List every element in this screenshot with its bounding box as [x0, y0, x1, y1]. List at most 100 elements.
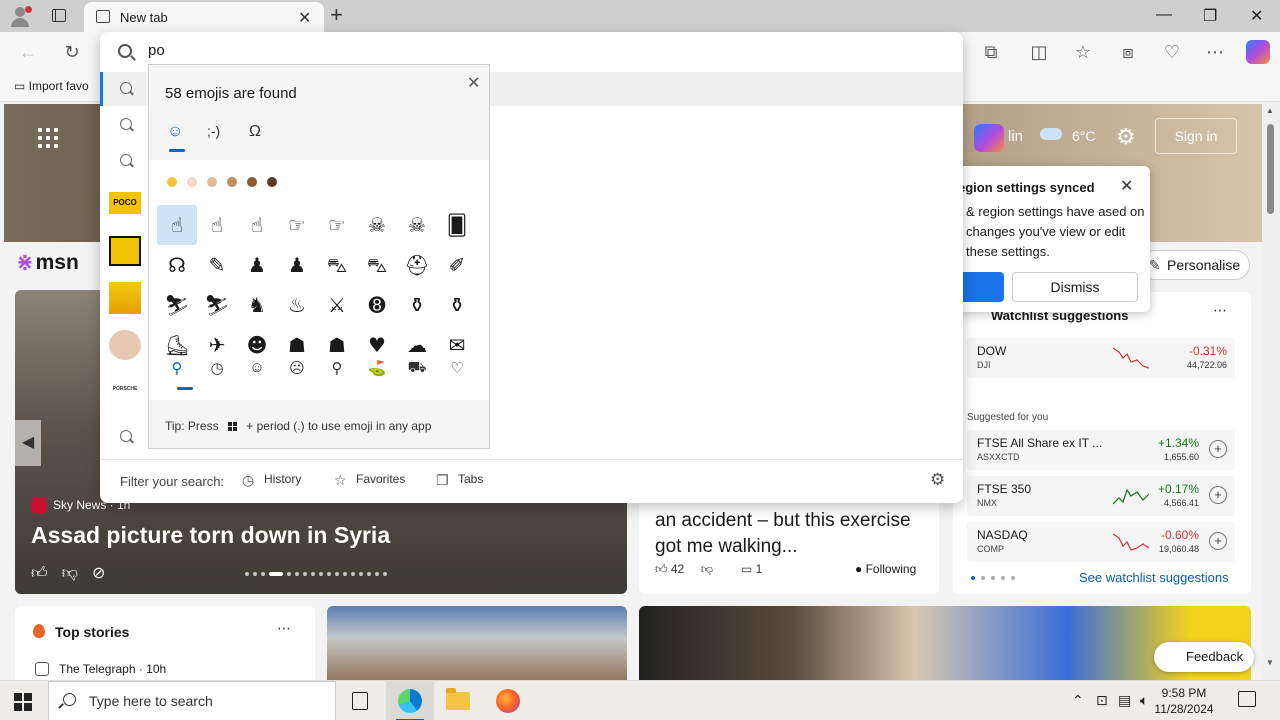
feedback-button[interactable]: Feedback: [1154, 642, 1254, 672]
dislike-icon[interactable]: 👎︎: [701, 562, 713, 576]
thumbs-down-icon[interactable]: 👎︎: [62, 565, 92, 582]
taskbar-search-box[interactable]: Type here to search: [48, 681, 336, 720]
add-stock-icon[interactable]: +: [1209, 486, 1227, 504]
emoji-cell[interactable]: ⛍: [317, 245, 357, 285]
bing-button[interactable]: lin: [970, 120, 1040, 154]
tab-close-icon[interactable]: ✕: [298, 8, 311, 28]
following-button[interactable]: ● Following: [855, 562, 916, 576]
emoji-cell[interactable]: ➑: [357, 285, 397, 325]
apps-grid-icon[interactable]: [38, 128, 58, 148]
emoji-category-tab[interactable]: ☺: [237, 359, 277, 376]
emoji-cell[interactable]: ☝: [197, 205, 237, 245]
toast-close-icon[interactable]: ✕: [1120, 176, 1133, 196]
see-watchlist-link[interactable]: See watchlist suggestions: [1079, 570, 1229, 585]
watchlist-more-icon[interactable]: ⋯: [1213, 302, 1227, 319]
scroll-up-icon[interactable]: ▲: [1266, 106, 1274, 115]
emoji-category-tab[interactable]: ⛳: [357, 359, 397, 377]
scrollbar-thumb[interactable]: [1267, 124, 1274, 214]
emoji-cell[interactable]: ☠: [357, 205, 397, 245]
emoji-cell[interactable]: ⚱: [397, 285, 437, 325]
emoji-cell[interactable]: ✎: [197, 245, 237, 285]
emoji-cell[interactable]: ☞: [277, 205, 317, 245]
hide-icon[interactable]: ⊘: [92, 565, 119, 582]
extensions-icon[interactable]: ⧉: [980, 41, 1002, 63]
emoji-category-tab[interactable]: ☹: [277, 359, 317, 377]
ethernet-icon[interactable]: ▤: [1118, 692, 1131, 709]
top-stories-more-icon[interactable]: ⋯: [277, 620, 291, 637]
emoji-cell[interactable]: ☞: [317, 205, 357, 245]
back-arrow-icon[interactable]: ←: [17, 41, 39, 63]
firefox-button[interactable]: [484, 681, 532, 720]
carousel-prev-icon[interactable]: ◀: [15, 420, 41, 466]
page-scrollbar[interactable]: ▲ ▼: [1262, 102, 1280, 680]
emoji-category-tab[interactable]: ♡: [437, 359, 477, 377]
file-explorer-button[interactable]: [434, 681, 482, 720]
performance-icon[interactable]: ♡: [1161, 41, 1183, 63]
emoji-cell[interactable]: ⛷: [197, 285, 237, 325]
dismiss-button[interactable]: Dismiss: [1012, 272, 1138, 302]
emoji-cell[interactable]: ✐: [437, 245, 477, 285]
sign-in-button[interactable]: Sign in: [1155, 118, 1237, 154]
more-icon[interactable]: ⋯: [1204, 41, 1226, 63]
import-favorites-link[interactable]: ▭ Import favo: [14, 79, 89, 93]
kaomoji-tab[interactable]: ;-): [207, 123, 220, 139]
stock-row[interactable]: DOW DJI -0.31% 44,722.06: [967, 338, 1235, 378]
comments-count[interactable]: ▭ 1: [741, 562, 762, 576]
tab-new-tab[interactable]: New tab ✕: [84, 2, 324, 32]
emoji-cell[interactable]: ♟: [237, 245, 277, 285]
settings-gear-icon[interactable]: ⚙: [1116, 124, 1136, 150]
taskbar-clock[interactable]: 9:58 PM 11/28/2024: [1150, 685, 1218, 717]
skin-tone-swatch[interactable]: [227, 177, 237, 187]
emoji-cell[interactable]: ⚱: [437, 285, 477, 325]
split-screen-icon[interactable]: ◫: [1028, 41, 1050, 63]
personalise-button[interactable]: Personalise: [1140, 250, 1250, 280]
skin-tone-swatch[interactable]: [267, 177, 277, 187]
emoji-category-tab[interactable]: ◷: [197, 359, 237, 377]
msn-logo[interactable]: ⋇msn: [16, 250, 79, 275]
task-view-button[interactable]: [336, 681, 384, 720]
notifications-icon[interactable]: [1238, 691, 1256, 707]
thumbs-up-icon[interactable]: 👍︎: [31, 565, 62, 582]
emoji-cell[interactable]: ☝: [237, 205, 277, 245]
emoji-cell[interactable]: ⛷: [157, 285, 197, 325]
emoji-cell[interactable]: ☠: [397, 205, 437, 245]
news-card-headline[interactable]: an accident – but this exercise got me w…: [655, 508, 925, 560]
emoji-cell[interactable]: ⛑: [397, 245, 437, 285]
stock-row[interactable]: FTSE 350 NMX +0.17% 4,566.41 +: [967, 476, 1235, 516]
skin-tone-swatch[interactable]: [167, 177, 177, 187]
skin-tone-swatch[interactable]: [187, 177, 197, 187]
stock-row[interactable]: FTSE All Share ex IT ... ASXXCTD +1.34% …: [967, 430, 1235, 470]
emoji-category-tab[interactable]: ⚲: [157, 359, 197, 377]
emoji-cell[interactable]: ⛍: [357, 245, 397, 285]
emoji-cell[interactable]: ♟: [277, 245, 317, 285]
windows-start-icon[interactable]: [14, 693, 32, 711]
emoji-cell[interactable]: 🂠: [437, 205, 477, 245]
emoji-cell[interactable]: ☝: [157, 205, 197, 245]
new-tab-button[interactable]: +: [330, 2, 343, 28]
stock-row[interactable]: NASDAQ COMP -0.60% 19,060.48 +: [967, 522, 1235, 562]
profile-button[interactable]: [6, 4, 34, 28]
favorites-icon[interactable]: ☆: [1072, 41, 1094, 63]
skin-tone-swatch[interactable]: [207, 177, 217, 187]
likes-count[interactable]: 👍︎ 42 👎︎: [655, 562, 713, 577]
address-bar-input[interactable]: [148, 42, 928, 59]
emoji-cell[interactable]: ♨: [277, 285, 317, 325]
emoji-cell[interactable]: ☊: [157, 245, 197, 285]
refresh-icon[interactable]: ↻: [61, 41, 83, 63]
emoji-tab[interactable]: ☺: [167, 123, 183, 141]
skin-tone-swatch[interactable]: [247, 177, 257, 187]
edge-taskbar-button[interactable]: [386, 681, 434, 720]
emoji-category-tab[interactable]: ⛟: [397, 359, 437, 378]
add-stock-icon[interactable]: +: [1209, 440, 1227, 458]
volume-icon[interactable]: 🔈︎: [1140, 692, 1148, 709]
emoji-cell[interactable]: ♞: [237, 285, 277, 325]
tab-actions-button[interactable]: [48, 6, 70, 26]
symbols-tab[interactable]: Ω: [249, 123, 261, 141]
news-card[interactable]: an accident – but this exercise got me w…: [639, 500, 939, 594]
emoji-panel-close-icon[interactable]: ✕: [467, 73, 480, 93]
search-settings-gear-icon[interactable]: ⚙: [930, 470, 945, 490]
emoji-cell[interactable]: ⚔: [317, 285, 357, 325]
copilot-icon[interactable]: [1246, 40, 1270, 64]
tabs-filter-chip[interactable]: ❐ Tabs: [436, 472, 483, 488]
minimize-button[interactable]: —: [1156, 6, 1172, 24]
